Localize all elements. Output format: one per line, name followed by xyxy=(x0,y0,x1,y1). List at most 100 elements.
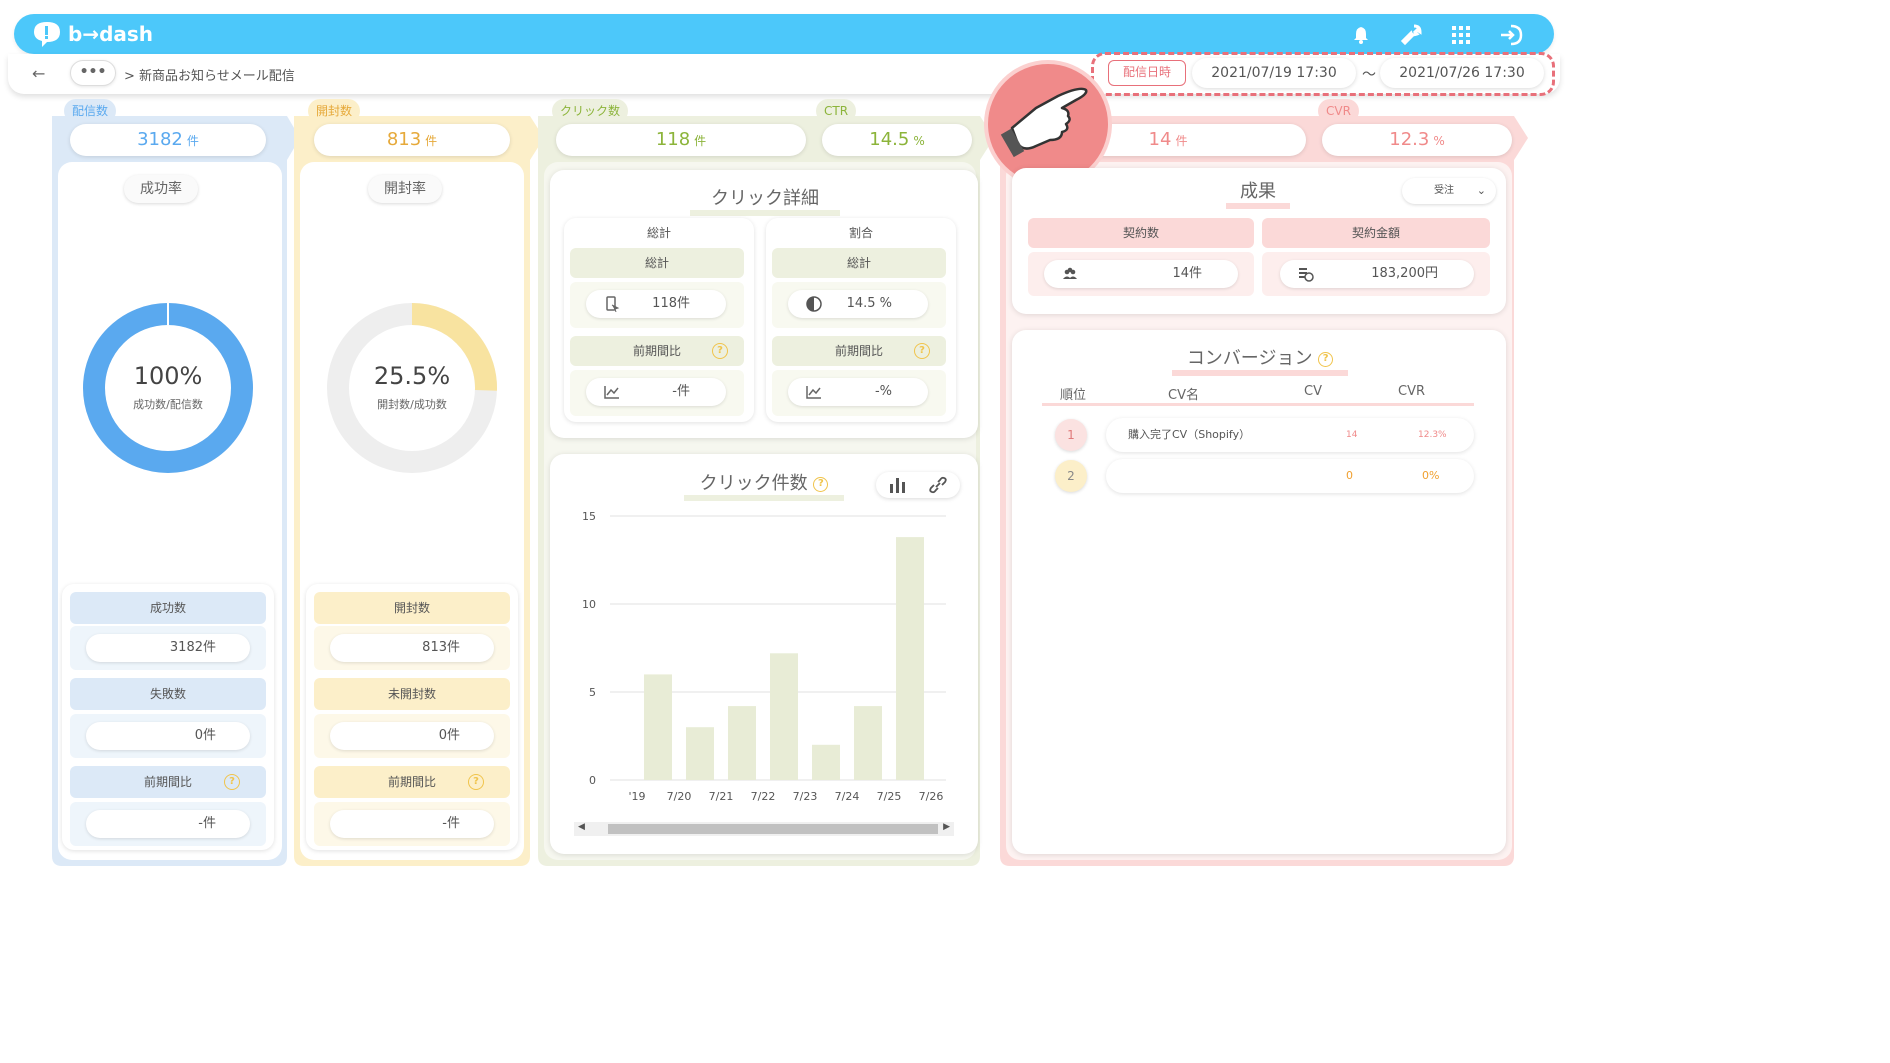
help-icon[interactable]: ? xyxy=(224,774,240,790)
cvr-value: 12.3% xyxy=(1418,430,1447,440)
rank-badge: 2 xyxy=(1055,460,1087,492)
click-total-value: 118件 xyxy=(652,296,690,311)
chevron-down-icon: ⌄ xyxy=(1476,184,1486,197)
contracts-label: 契約数 xyxy=(1028,218,1254,248)
link-icon[interactable] xyxy=(928,476,948,494)
scroll-right-arrow-icon[interactable]: ▶ xyxy=(943,822,950,832)
cvr-value: 12.3 xyxy=(1389,129,1430,150)
delivery-compare-label: 前期間比? xyxy=(70,766,266,798)
x-tick-label: 7/24 xyxy=(835,790,860,803)
click-chart-title: クリック件数 xyxy=(699,473,808,494)
opens-stats-card: 開封数 813件 未開封数 0件 前期間比? -件 xyxy=(306,584,518,850)
breadcrumb-more-button[interactable]: ••• xyxy=(70,60,116,86)
click-detail-title: クリック詳細 xyxy=(690,184,840,216)
opens-compare-value: -件 xyxy=(330,810,494,838)
header-cvr: CVR xyxy=(1398,384,1426,399)
click-ratio-sub: 総計 xyxy=(772,248,946,278)
back-arrow-icon[interactable]: ← xyxy=(32,64,45,83)
help-icon[interactable]: ? xyxy=(1318,351,1334,367)
x-tick-label: 7/25 xyxy=(877,790,902,803)
cvr-tag: CVR xyxy=(1318,99,1359,123)
results-count-unit: 件 xyxy=(1175,134,1188,148)
unopened-count-value: 0件 xyxy=(330,722,494,750)
bar xyxy=(812,744,840,780)
help-icon[interactable]: ? xyxy=(712,343,728,359)
logout-icon[interactable] xyxy=(1498,22,1524,48)
help-icon[interactable]: ? xyxy=(914,343,930,359)
click-total-compare-label: 前期間比? xyxy=(570,336,744,366)
success-rate-caption: 成功数/配信数 xyxy=(133,398,203,411)
click-ratio-compare-label: 前期間比? xyxy=(772,336,946,366)
date-range-separator: 〜 xyxy=(1362,67,1376,83)
header-rank: 順位 xyxy=(1060,388,1087,403)
amount-value: 183,200円 xyxy=(1371,266,1438,281)
delivery-compare-text: 前期間比 xyxy=(143,775,192,789)
click-ratio-value-pill: 14.5 % xyxy=(788,290,928,318)
line-chart-icon xyxy=(604,386,619,399)
x-tick-label: '19 xyxy=(628,790,645,803)
pie-chart-icon xyxy=(806,296,822,312)
scrollbar-thumb[interactable] xyxy=(608,824,938,834)
cvr-kpi: 12.3% xyxy=(1322,124,1512,156)
click-total-compare-value: -件 xyxy=(672,384,690,399)
results-type-select[interactable]: 受注 ⌄ xyxy=(1402,178,1496,204)
unopened-count-label: 未開封数 xyxy=(314,678,510,710)
contracts-value-pill: 14件 xyxy=(1044,260,1238,288)
end-date-input[interactable]: 2021/07/26 17:30 xyxy=(1380,58,1544,88)
x-tick-label: 7/21 xyxy=(709,790,734,803)
opened-count-value: 813件 xyxy=(330,634,494,662)
conversion-table-header: 順位 CV名 CV CVR xyxy=(1042,384,1474,406)
clicks-count-kpi: 118 件 xyxy=(556,124,806,156)
opened-count-label: 開封数 xyxy=(314,592,510,624)
cv-value: 0 xyxy=(1346,469,1353,482)
click-ratio-card: 割合 総計 14.5 % 前期間比? -% xyxy=(766,218,956,422)
clicks-count-unit: 件 xyxy=(694,134,707,148)
click-total-compare-text: 前期間比 xyxy=(632,344,681,358)
opens-compare-label: 前期間比? xyxy=(314,766,510,798)
cvr-unit: % xyxy=(1433,134,1445,148)
grid-icon[interactable] xyxy=(1448,22,1474,48)
opens-count-unit: 件 xyxy=(425,134,438,148)
opens-count-kpi: 813 件 xyxy=(314,124,510,156)
bell-icon[interactable] xyxy=(1348,22,1374,48)
results-title: 成果 xyxy=(1226,177,1290,209)
click-chart-title-wrap: クリック件数 ? xyxy=(684,469,844,501)
rank-badge: 1 xyxy=(1055,419,1087,451)
click-cursor-icon xyxy=(606,296,620,312)
amount-label: 契約金額 xyxy=(1262,218,1490,248)
logo-text: b→dash xyxy=(68,22,154,46)
open-rate-center: 25.5% 開封数/成功数 xyxy=(342,362,482,412)
help-icon[interactable]: ? xyxy=(468,774,484,790)
open-rate-value: 25.5% xyxy=(373,362,451,390)
click-ratio-compare-value: -% xyxy=(874,384,892,399)
wrench-icon[interactable] xyxy=(1398,22,1424,48)
breadcrumb[interactable]: > 新商品お知らせメール配信 xyxy=(124,65,295,84)
users-icon xyxy=(1063,267,1077,279)
success-rate-value: 100% xyxy=(133,362,203,390)
failure-count-label: 失敗数 xyxy=(70,678,266,710)
help-icon[interactable]: ? xyxy=(813,476,829,492)
opens-count-value: 813 xyxy=(386,129,422,150)
cv-value: 14 xyxy=(1346,430,1358,440)
click-total-header: 総計 xyxy=(646,226,671,240)
start-date-input[interactable]: 2021/07/19 17:30 xyxy=(1192,58,1356,88)
b-dash-logo[interactable]: b→dash xyxy=(30,20,153,48)
x-tick-label: 7/22 xyxy=(751,790,776,803)
click-total-compare-pill: -件 xyxy=(586,378,726,406)
opens-compare-text: 前期間比 xyxy=(387,775,436,789)
results-type-value: 受注 xyxy=(1434,185,1454,196)
click-ratio-header: 割合 xyxy=(848,226,873,240)
success-rate-title: 成功率 xyxy=(124,175,198,203)
ctr-unit: % xyxy=(913,134,925,148)
delivery-count-kpi: 3182 件 xyxy=(70,124,266,156)
header-cv: CV xyxy=(1304,384,1322,399)
chart-horizontal-scrollbar[interactable]: ◀ ▶ xyxy=(574,822,954,836)
delivery-tag: 配信数 xyxy=(64,99,117,123)
table-row[interactable]: 0 0% xyxy=(1106,459,1474,493)
bar-chart-icon[interactable] xyxy=(888,476,908,494)
failure-count-value: 0件 xyxy=(86,722,250,750)
scroll-left-arrow-icon[interactable]: ◀ xyxy=(578,822,585,832)
header-cv-name: CV名 xyxy=(1168,388,1199,403)
table-row[interactable]: 購入完了CV（Shopify） 14 12.3% xyxy=(1106,418,1474,452)
clicks-tag: クリック数 xyxy=(552,99,629,123)
